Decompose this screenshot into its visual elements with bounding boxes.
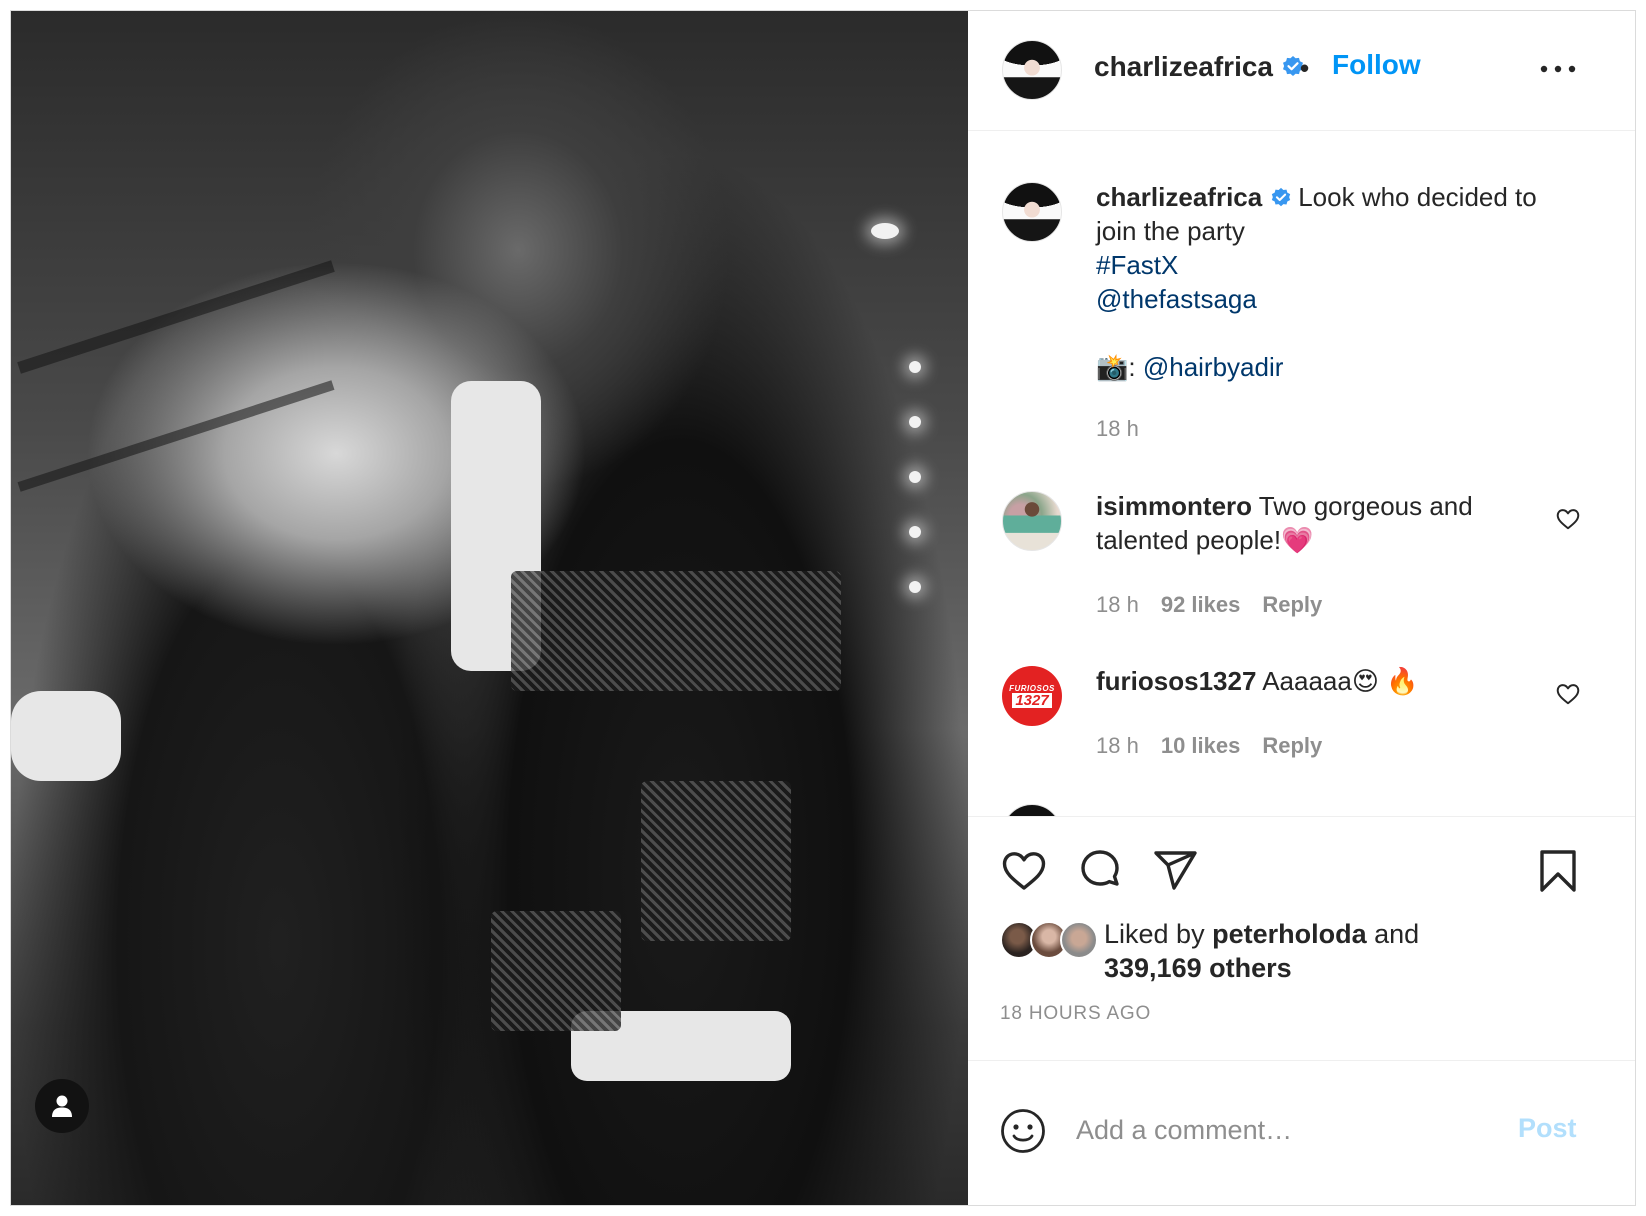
comment-username[interactable]: furiosos1327: [1096, 666, 1256, 696]
heart-eyes-fire-emoji: 😍 🔥: [1351, 666, 1419, 696]
comment-icon[interactable]: [1076, 847, 1124, 895]
author-username-text[interactable]: charlizeafrica: [1094, 51, 1273, 82]
post-photo[interactable]: [11, 11, 968, 1205]
post-frame: charlizeafrica • Follow charlizeafrica L…: [10, 10, 1636, 1206]
add-comment-bar: Post: [968, 1061, 1635, 1205]
post-timestamp[interactable]: 18 HOURS AGO: [1000, 1003, 1151, 1025]
stage-light: [909, 361, 921, 373]
user-icon: [52, 1095, 72, 1117]
comment-text: Two gorgeous and: [1258, 491, 1473, 521]
like-comment-icon[interactable]: [1555, 506, 1581, 532]
heart-icon[interactable]: [1000, 847, 1048, 895]
comment-input[interactable]: [1076, 1105, 1496, 1155]
camera-emoji: 📸: [1096, 352, 1129, 382]
comment-likes[interactable]: 92 likes: [1161, 592, 1241, 617]
commenter-avatar-partial: [1002, 804, 1062, 816]
post-comment-button[interactable]: Post: [1518, 1113, 1577, 1144]
lace-detail: [641, 781, 791, 941]
comment: isimmontero Two gorgeous and talented pe…: [1096, 489, 1536, 557]
comment-text: Aaaaaa: [1262, 666, 1352, 696]
author-avatar[interactable]: [1002, 40, 1062, 100]
comment-text-line2: talented people!: [1096, 525, 1282, 555]
lace-detail: [511, 571, 841, 691]
pink-heart-emoji: 💗: [1281, 525, 1314, 555]
caption-avatar[interactable]: [1002, 182, 1062, 242]
liker-avatars: [1000, 921, 1100, 961]
stage-light: [909, 416, 921, 428]
action-bar: Liked by peterholoda and 339,169 others …: [968, 817, 1635, 1061]
follow-button[interactable]: Follow: [1332, 49, 1421, 81]
white-cuff: [11, 691, 121, 781]
verified-badge-icon: [1272, 187, 1291, 207]
stage-light: [871, 223, 899, 239]
liked-by-user[interactable]: peterholoda: [1212, 919, 1367, 949]
stage-light: [909, 526, 921, 538]
staircase-rail: [17, 380, 335, 492]
post-header: charlizeafrica • Follow: [968, 11, 1635, 131]
commenter-avatar[interactable]: [1002, 491, 1062, 551]
stage-light: [909, 471, 921, 483]
caption-colon: :: [1128, 352, 1136, 382]
caption-mention-photographer[interactable]: @hairbyadir: [1143, 352, 1284, 382]
likes-count[interactable]: 339,169 others: [1104, 951, 1292, 985]
staircase-rail: [17, 260, 335, 374]
liked-by-prefix: Liked by: [1104, 919, 1205, 949]
caption: charlizeafrica Look who decided to join …: [1096, 180, 1596, 384]
comment-meta: 18 h 10 likes Reply: [1096, 733, 1322, 759]
more-options-icon[interactable]: [1538, 59, 1578, 79]
lace-detail: [491, 911, 621, 1031]
liked-by: Liked by peterholoda and: [1104, 917, 1419, 951]
like-comment-icon[interactable]: [1555, 681, 1581, 707]
comment: furiosos1327 Aaaaaa😍 🔥: [1096, 664, 1536, 698]
comment-meta: 18 h 92 likes Reply: [1096, 592, 1322, 618]
bookmark-icon[interactable]: [1534, 847, 1582, 895]
reply-button[interactable]: Reply: [1262, 592, 1322, 617]
author-username[interactable]: charlizeafrica: [1094, 51, 1305, 83]
caption-mention[interactable]: @thefastsaga: [1096, 284, 1257, 314]
liker-avatar[interactable]: [1060, 921, 1098, 959]
caption-time: 18 h: [1096, 416, 1139, 442]
header-separator: •: [1300, 53, 1310, 83]
reply-button[interactable]: Reply: [1262, 733, 1322, 758]
comments-list[interactable]: charlizeafrica Look who decided to join …: [968, 132, 1635, 817]
share-icon[interactable]: [1152, 847, 1200, 895]
caption-hashtag[interactable]: #FastX: [1096, 250, 1178, 280]
comment-time: 18 h: [1096, 592, 1139, 617]
post-side-panel: charlizeafrica • Follow charlizeafrica L…: [968, 11, 1635, 1205]
avatar-logo-number: 1327: [1012, 693, 1052, 708]
commenter-avatar[interactable]: FURIOSOS 1327: [1002, 666, 1062, 726]
comment-time: 18 h: [1096, 733, 1139, 758]
caption-text-line2: join the party: [1096, 216, 1245, 246]
emoji-icon[interactable]: [1000, 1108, 1046, 1154]
caption-time-text: 18 h: [1096, 416, 1139, 441]
comment-likes[interactable]: 10 likes: [1161, 733, 1241, 758]
comment-username[interactable]: isimmontero: [1096, 491, 1252, 521]
caption-username[interactable]: charlizeafrica: [1096, 182, 1262, 212]
stage-light: [909, 581, 921, 593]
tagged-users-button[interactable]: [35, 1079, 89, 1133]
caption-text-line1: Look who decided to: [1298, 182, 1537, 212]
liked-by-and: and: [1374, 919, 1420, 949]
